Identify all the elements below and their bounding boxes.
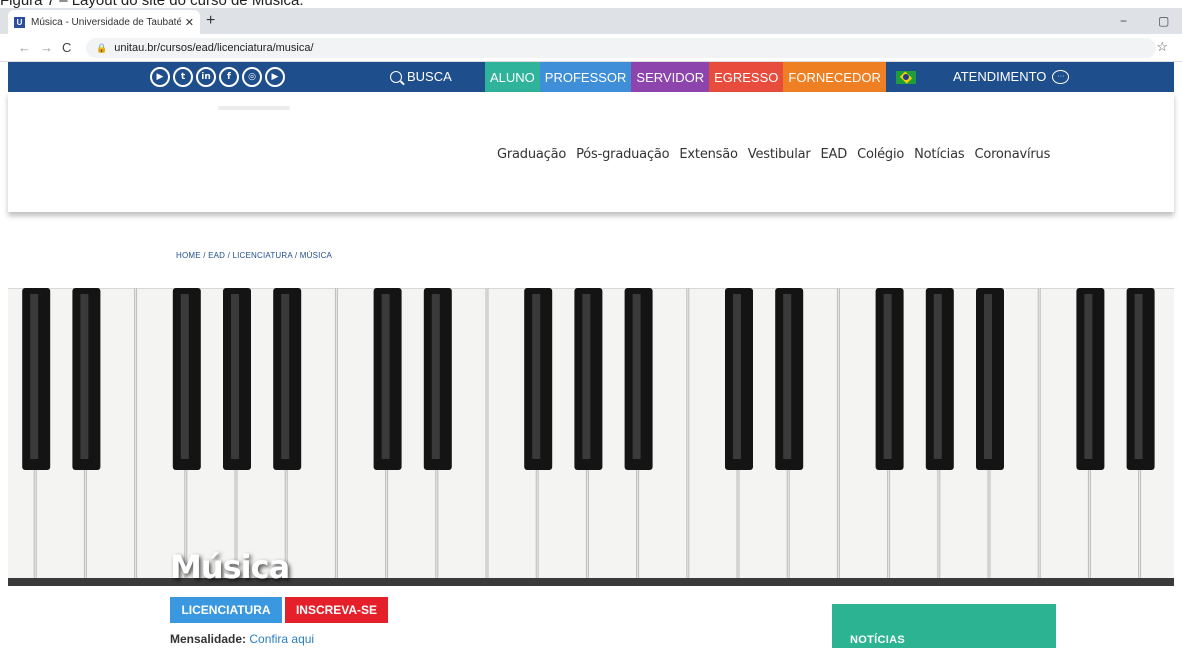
facebook-icon[interactable]: f [219,67,239,87]
breadcrumb-licenciatura[interactable]: LICENCIATURA [232,251,292,260]
lock-icon: 🔒 [96,42,108,53]
nav-colegio[interactable]: Colégio [857,147,904,162]
forward-icon[interactable]: → [40,40,53,55]
minimize-icon[interactable]: − [1120,14,1127,28]
new-tab-button[interactable]: + [206,13,215,29]
mensalidade-label: Mensalidade: [170,632,247,646]
social-links: ▶ t in f ◎ ▶ [150,67,285,87]
nav-graduacao[interactable]: Graduação [497,147,566,162]
page-title: Música [170,548,290,586]
role-professor-link[interactable]: PROFESSOR [539,62,632,92]
nav-extensao[interactable]: Extensão [679,147,738,162]
reload-icon[interactable]: C [62,40,71,55]
breadcrumb: HOME / EAD / LICENCIATURA / MÚSICA [176,251,332,260]
browser-tab[interactable]: U Música - Universidade de Taubaté ✕ [8,10,200,34]
url-input[interactable]: 🔒 unitau.br/cursos/ead/licenciatura/musi… [86,38,1156,58]
nav-ead[interactable]: EAD [821,147,848,162]
licenciatura-button[interactable]: LICENCIATURA [170,597,282,623]
hero-banner [8,288,1174,586]
nav-coronavirus[interactable]: Coronavírus [974,147,1050,162]
logo-placeholder [218,106,290,110]
site-header: Graduação Pós-graduação Extensão Vestibu… [8,92,1174,212]
chat-bubble-icon: ··· [1052,69,1070,84]
url-text: unitau.br/cursos/ead/licenciatura/musica… [114,42,314,54]
atendimento-link[interactable]: ATENDIMENTO ··· [953,69,1070,84]
role-fornecedor-link[interactable]: FORNECEDOR [783,62,886,92]
noticias-title: NOTÍCIAS [850,634,905,646]
search-icon [390,70,402,83]
close-icon[interactable]: ✕ [185,16,194,29]
piano-keys-image [8,288,1174,586]
search-button[interactable]: BUSCA [390,69,452,84]
main-nav: Graduação Pós-graduação Extensão Vestibu… [497,147,1050,162]
breadcrumb-separator: / [292,251,300,260]
nav-noticias[interactable]: Notícias [914,147,964,162]
nav-pos-graduacao[interactable]: Pós-graduação [576,147,669,162]
role-egresso-link[interactable]: EGRESSO [709,62,784,92]
tab-title: Música - Universidade de Taubaté [31,16,181,28]
browser-address-bar: ← → C 🔒 unitau.br/cursos/ead/licenciatur… [0,34,1182,62]
breadcrumb-musica: MÚSICA [299,251,333,260]
back-icon[interactable]: ← [18,40,31,55]
noticias-box: NOTÍCIAS [832,604,1056,648]
bookmark-star-icon[interactable]: ☆ [1156,39,1168,55]
mensalidade-link[interactable]: Confira aqui [249,632,314,646]
restore-icon[interactable]: ▢ [1158,14,1169,28]
nav-vestibular[interactable]: Vestibular [748,147,811,162]
role-aluno-link[interactable]: ALUNO [485,62,540,92]
breadcrumb-home[interactable]: HOME [176,251,201,260]
figure-caption: Figura 7 – Layout do site do curso de Mú… [0,0,600,8]
instagram-icon[interactable]: ◎ [242,67,262,87]
breadcrumb-ead[interactable]: EAD [208,251,225,260]
linkedin-icon[interactable]: in [196,67,216,87]
youtube-icon[interactable]: ▶ [150,67,170,87]
role-links: ALUNO PROFESSOR SERVIDOR EGRESSO FORNECE… [485,62,926,92]
role-servidor-link[interactable]: SERVIDOR [631,62,710,92]
breadcrumb-separator: / [200,251,209,260]
search-label: BUSCA [407,69,452,84]
unitau-favicon-icon: U [14,16,25,28]
mensalidade-line: Mensalidade: Confira aqui [170,632,314,646]
atendimento-label: ATENDIMENTO [953,69,1047,84]
twitter-icon[interactable]: t [173,67,193,87]
browser-tab-bar: U Música - Universidade de Taubaté ✕ + −… [0,8,1182,34]
youtube-icon[interactable]: ▶ [265,67,285,87]
site-top-bar: ▶ t in f ◎ ▶ BUSCA ALUNO PROFESSOR SERVI… [8,62,1174,92]
brazil-flag-icon[interactable] [886,62,926,92]
inscreva-se-button[interactable]: INSCREVA-SE [285,597,388,623]
